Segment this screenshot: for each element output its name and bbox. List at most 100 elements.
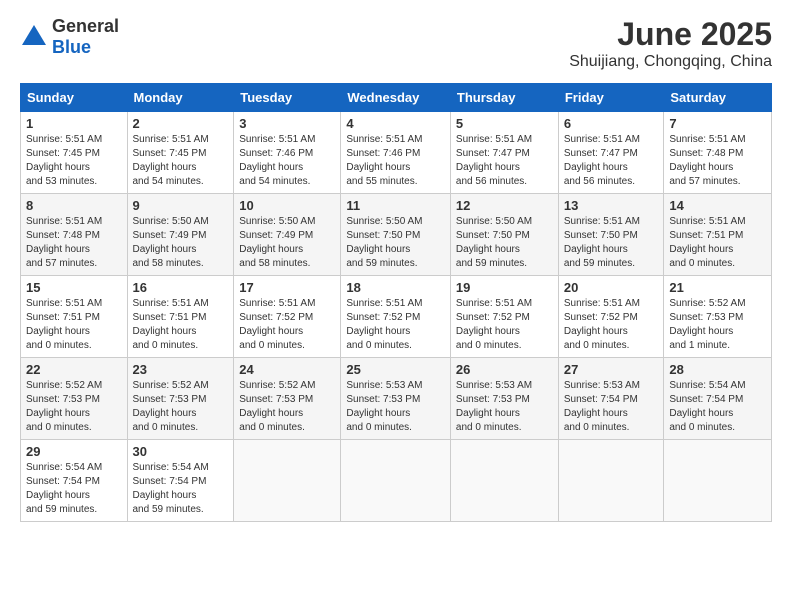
day-number: 6 [564, 116, 659, 131]
day-info: Sunrise: 5:51 AM Sunset: 7:52 PM Dayligh… [346, 297, 445, 353]
day-info: Sunrise: 5:53 AM Sunset: 7:53 PM Dayligh… [346, 379, 445, 435]
table-row: 5 Sunrise: 5:51 AM Sunset: 7:47 PM Dayli… [450, 112, 558, 194]
table-row [664, 440, 772, 522]
day-number: 26 [456, 362, 553, 377]
logo-blue: Blue [52, 37, 91, 57]
day-number: 18 [346, 280, 445, 295]
day-info: Sunrise: 5:54 AM Sunset: 7:54 PM Dayligh… [26, 461, 122, 517]
calendar-title: June 2025 [569, 16, 772, 53]
table-row: 23 Sunrise: 5:52 AM Sunset: 7:53 PM Dayl… [127, 358, 234, 440]
day-info: Sunrise: 5:51 AM Sunset: 7:51 PM Dayligh… [26, 297, 122, 353]
col-tuesday: Tuesday [234, 84, 341, 112]
table-row: 12 Sunrise: 5:50 AM Sunset: 7:50 PM Dayl… [450, 194, 558, 276]
day-info: Sunrise: 5:50 AM Sunset: 7:50 PM Dayligh… [456, 215, 553, 271]
col-sunday: Sunday [21, 84, 128, 112]
table-row: 20 Sunrise: 5:51 AM Sunset: 7:52 PM Dayl… [558, 276, 664, 358]
day-info: Sunrise: 5:51 AM Sunset: 7:48 PM Dayligh… [669, 133, 766, 189]
day-info: Sunrise: 5:50 AM Sunset: 7:49 PM Dayligh… [133, 215, 229, 271]
table-row: 14 Sunrise: 5:51 AM Sunset: 7:51 PM Dayl… [664, 194, 772, 276]
day-info: Sunrise: 5:51 AM Sunset: 7:45 PM Dayligh… [133, 133, 229, 189]
day-info: Sunrise: 5:53 AM Sunset: 7:53 PM Dayligh… [456, 379, 553, 435]
calendar-row: 29 Sunrise: 5:54 AM Sunset: 7:54 PM Dayl… [21, 440, 772, 522]
table-row: 4 Sunrise: 5:51 AM Sunset: 7:46 PM Dayli… [341, 112, 451, 194]
day-info: Sunrise: 5:52 AM Sunset: 7:53 PM Dayligh… [669, 297, 766, 353]
day-number: 7 [669, 116, 766, 131]
page: General Blue June 2025 Shuijiang, Chongq… [0, 0, 792, 612]
day-number: 13 [564, 198, 659, 213]
day-info: Sunrise: 5:51 AM Sunset: 7:52 PM Dayligh… [456, 297, 553, 353]
table-row: 22 Sunrise: 5:52 AM Sunset: 7:53 PM Dayl… [21, 358, 128, 440]
table-row: 10 Sunrise: 5:50 AM Sunset: 7:49 PM Dayl… [234, 194, 341, 276]
table-row: 18 Sunrise: 5:51 AM Sunset: 7:52 PM Dayl… [341, 276, 451, 358]
day-number: 9 [133, 198, 229, 213]
day-info: Sunrise: 5:51 AM Sunset: 7:46 PM Dayligh… [346, 133, 445, 189]
col-thursday: Thursday [450, 84, 558, 112]
table-row [450, 440, 558, 522]
day-info: Sunrise: 5:51 AM Sunset: 7:47 PM Dayligh… [456, 133, 553, 189]
table-row: 17 Sunrise: 5:51 AM Sunset: 7:52 PM Dayl… [234, 276, 341, 358]
day-info: Sunrise: 5:51 AM Sunset: 7:47 PM Dayligh… [564, 133, 659, 189]
table-row [341, 440, 451, 522]
table-row: 13 Sunrise: 5:51 AM Sunset: 7:50 PM Dayl… [558, 194, 664, 276]
day-number: 11 [346, 198, 445, 213]
day-number: 30 [133, 444, 229, 459]
table-row: 15 Sunrise: 5:51 AM Sunset: 7:51 PM Dayl… [21, 276, 128, 358]
title-block: June 2025 Shuijiang, Chongqing, China [569, 16, 772, 71]
col-wednesday: Wednesday [341, 84, 451, 112]
table-row: 29 Sunrise: 5:54 AM Sunset: 7:54 PM Dayl… [21, 440, 128, 522]
table-row: 16 Sunrise: 5:51 AM Sunset: 7:51 PM Dayl… [127, 276, 234, 358]
calendar-subtitle: Shuijiang, Chongqing, China [569, 53, 772, 71]
day-number: 2 [133, 116, 229, 131]
table-row: 26 Sunrise: 5:53 AM Sunset: 7:53 PM Dayl… [450, 358, 558, 440]
table-row: 6 Sunrise: 5:51 AM Sunset: 7:47 PM Dayli… [558, 112, 664, 194]
day-number: 10 [239, 198, 335, 213]
day-info: Sunrise: 5:50 AM Sunset: 7:49 PM Dayligh… [239, 215, 335, 271]
col-monday: Monday [127, 84, 234, 112]
logo-icon [20, 23, 48, 51]
day-number: 5 [456, 116, 553, 131]
day-info: Sunrise: 5:51 AM Sunset: 7:46 PM Dayligh… [239, 133, 335, 189]
calendar-row: 15 Sunrise: 5:51 AM Sunset: 7:51 PM Dayl… [21, 276, 772, 358]
table-row: 27 Sunrise: 5:53 AM Sunset: 7:54 PM Dayl… [558, 358, 664, 440]
table-row: 1 Sunrise: 5:51 AM Sunset: 7:45 PM Dayli… [21, 112, 128, 194]
day-info: Sunrise: 5:51 AM Sunset: 7:48 PM Dayligh… [26, 215, 122, 271]
day-number: 3 [239, 116, 335, 131]
day-info: Sunrise: 5:53 AM Sunset: 7:54 PM Dayligh… [564, 379, 659, 435]
table-row: 25 Sunrise: 5:53 AM Sunset: 7:53 PM Dayl… [341, 358, 451, 440]
day-number: 19 [456, 280, 553, 295]
day-info: Sunrise: 5:50 AM Sunset: 7:50 PM Dayligh… [346, 215, 445, 271]
day-info: Sunrise: 5:54 AM Sunset: 7:54 PM Dayligh… [669, 379, 766, 435]
day-info: Sunrise: 5:51 AM Sunset: 7:51 PM Dayligh… [669, 215, 766, 271]
table-row: 24 Sunrise: 5:52 AM Sunset: 7:53 PM Dayl… [234, 358, 341, 440]
day-info: Sunrise: 5:51 AM Sunset: 7:52 PM Dayligh… [239, 297, 335, 353]
table-row: 8 Sunrise: 5:51 AM Sunset: 7:48 PM Dayli… [21, 194, 128, 276]
day-number: 24 [239, 362, 335, 377]
calendar-row: 1 Sunrise: 5:51 AM Sunset: 7:45 PM Dayli… [21, 112, 772, 194]
day-number: 17 [239, 280, 335, 295]
day-number: 4 [346, 116, 445, 131]
day-number: 15 [26, 280, 122, 295]
day-number: 29 [26, 444, 122, 459]
table-row: 30 Sunrise: 5:54 AM Sunset: 7:54 PM Dayl… [127, 440, 234, 522]
table-row: 9 Sunrise: 5:50 AM Sunset: 7:49 PM Dayli… [127, 194, 234, 276]
day-info: Sunrise: 5:52 AM Sunset: 7:53 PM Dayligh… [26, 379, 122, 435]
day-number: 8 [26, 198, 122, 213]
col-saturday: Saturday [664, 84, 772, 112]
logo-general: General [52, 16, 119, 36]
day-number: 27 [564, 362, 659, 377]
header-row: Sunday Monday Tuesday Wednesday Thursday… [21, 84, 772, 112]
header: General Blue June 2025 Shuijiang, Chongq… [20, 16, 772, 71]
day-number: 20 [564, 280, 659, 295]
day-number: 14 [669, 198, 766, 213]
calendar-row: 22 Sunrise: 5:52 AM Sunset: 7:53 PM Dayl… [21, 358, 772, 440]
day-info: Sunrise: 5:51 AM Sunset: 7:45 PM Dayligh… [26, 133, 122, 189]
calendar-table: Sunday Monday Tuesday Wednesday Thursday… [20, 83, 772, 522]
logo: General Blue [20, 16, 119, 58]
day-info: Sunrise: 5:52 AM Sunset: 7:53 PM Dayligh… [239, 379, 335, 435]
day-number: 28 [669, 362, 766, 377]
table-row: 19 Sunrise: 5:51 AM Sunset: 7:52 PM Dayl… [450, 276, 558, 358]
table-row: 7 Sunrise: 5:51 AM Sunset: 7:48 PM Dayli… [664, 112, 772, 194]
table-row: 28 Sunrise: 5:54 AM Sunset: 7:54 PM Dayl… [664, 358, 772, 440]
table-row: 3 Sunrise: 5:51 AM Sunset: 7:46 PM Dayli… [234, 112, 341, 194]
day-number: 21 [669, 280, 766, 295]
